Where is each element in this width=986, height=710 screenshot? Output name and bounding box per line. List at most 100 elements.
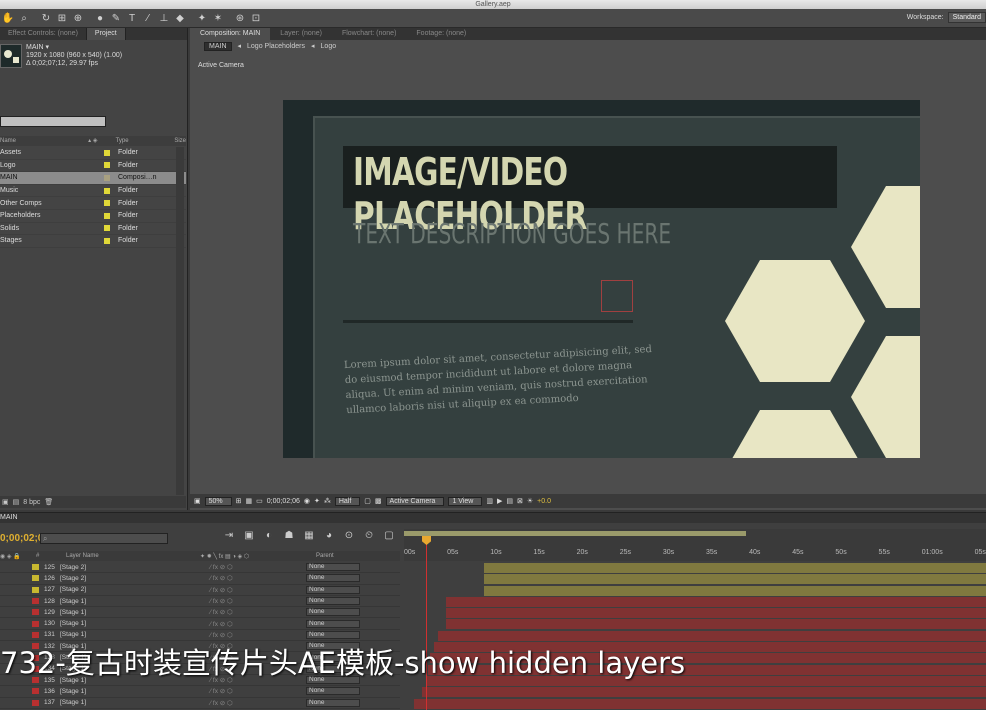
tab-timeline-main[interactable]: MAIN <box>0 513 986 523</box>
layer-duration-bar[interactable] <box>404 573 986 585</box>
layer-bar-fill[interactable] <box>484 563 986 573</box>
timeline-search-input[interactable]: ⌕ <box>40 532 168 544</box>
flowchart-icon[interactable]: ⊠ <box>517 497 523 505</box>
anchor-marker[interactable] <box>601 280 633 312</box>
layer-row[interactable]: 127 [Stage 2] ⁄ fx ⊘ ⬡ None <box>0 585 400 596</box>
label-column-icon[interactable]: ▴ ◈ <box>88 136 115 146</box>
layer-switches-icon[interactable]: ⁄ fx ⊘ ⬡ <box>210 563 306 571</box>
layer-row[interactable]: 136 [Stage 1] ⁄ fx ⊘ ⬡ None <box>0 686 400 698</box>
project-scrollbar[interactable] <box>176 147 184 495</box>
parent-dropdown[interactable]: None <box>306 563 360 572</box>
view-layout-dropdown[interactable]: 1 View <box>448 496 483 506</box>
composition-canvas[interactable]: IMAGE/VIDEO PLACEHOLDER TEXT DESCRIPTION… <box>283 100 920 458</box>
snapshot-icon[interactable]: ◉ <box>304 497 310 505</box>
hide-shy-icon[interactable]: ☗ <box>282 529 296 543</box>
parent-dropdown[interactable]: None <box>306 597 360 606</box>
transparency-grid-icon[interactable]: ▩ <box>375 497 382 505</box>
av-switches-icon[interactable]: ◉ ◈ 🔒 <box>0 553 36 560</box>
layer-duration-bar[interactable] <box>404 607 986 619</box>
layer-switches-icon[interactable]: ⁄ fx ⊘ ⬡ <box>210 574 306 582</box>
always-preview-icon[interactable]: ▣ <box>194 497 201 505</box>
mask-visibility-icon[interactable]: ▭ <box>256 497 263 505</box>
safe-zones-icon[interactable]: ⊞ <box>236 497 242 505</box>
breadcrumb-logo[interactable]: Logo <box>321 43 337 50</box>
auto-keyframe-icon[interactable]: ⏲ <box>362 529 376 543</box>
workspace-dropdown[interactable]: Standard <box>947 12 986 23</box>
layer-name[interactable]: [Stage 1] <box>60 699 210 706</box>
layer-name[interactable]: [Stage 1] <box>60 620 210 627</box>
frame-blending-icon[interactable]: ▦ <box>302 529 316 543</box>
breadcrumb-main[interactable]: MAIN <box>204 41 232 51</box>
workspace-selector[interactable]: Workspace: Standard <box>907 12 986 23</box>
comp-name[interactable]: MAIN ▾ <box>26 44 122 52</box>
graph-editor-icon[interactable]: ▢ <box>382 529 396 543</box>
parent-dropdown[interactable]: None <box>306 630 360 639</box>
time-ruler[interactable]: 00s 05s 10s 15s 20s 25s 30s 35s 40s 45s 50s 55s 01:0… <box>404 529 986 561</box>
layer-duration-bar[interactable] <box>404 618 986 630</box>
project-item[interactable]: Stages Folder <box>0 235 186 248</box>
layer-name[interactable]: [Stage 2] <box>60 575 210 582</box>
layer-name[interactable]: [Stage 1] <box>60 631 210 638</box>
layer-label-color[interactable] <box>32 620 39 627</box>
parent-dropdown[interactable]: None <box>306 585 360 594</box>
fast-preview-icon[interactable]: ▶ <box>497 497 502 505</box>
bpc-button[interactable]: 8 bpc <box>23 499 40 506</box>
layer-duration-bar[interactable] <box>404 562 986 573</box>
layer-switches-icon[interactable]: ✦ ✹ ╲ fx ▤ ◑ ◈ ⬡ <box>200 553 316 560</box>
layer-bar-fill[interactable] <box>446 596 986 607</box>
layer-row[interactable]: 130 [Stage 1] ⁄ fx ⊘ ⬡ None <box>0 618 400 630</box>
layer-label-color[interactable] <box>32 598 39 605</box>
resolution-dropdown[interactable]: Half <box>334 496 361 506</box>
current-time[interactable]: 0;00;02;06 <box>0 533 49 544</box>
toggle-pixel-icon[interactable]: ▥ <box>486 497 493 505</box>
puppet-icon[interactable]: ✶ <box>210 11 226 26</box>
layer-switches-icon[interactable]: ⁄ fx ⊘ ⬡ <box>210 687 306 695</box>
camera-icon[interactable]: ⊞ <box>54 11 70 26</box>
project-item[interactable]: Other Comps Folder <box>0 197 186 210</box>
axis-icon[interactable]: ⊛ <box>232 11 248 26</box>
project-item[interactable]: Assets Folder <box>0 147 186 160</box>
text-icon[interactable]: T <box>124 11 140 26</box>
parent-dropdown[interactable]: None <box>306 574 360 583</box>
exposure-icon[interactable]: ☀ <box>527 497 533 505</box>
brainstorm-icon[interactable]: ⊙ <box>342 529 356 543</box>
column-parent[interactable]: Parent <box>316 553 334 559</box>
layer-duration-bar[interactable] <box>404 596 986 607</box>
tab-effect-controls[interactable]: Effect Controls: (none) <box>0 28 87 40</box>
layer-switches-icon[interactable]: ⁄ fx ⊘ ⬡ <box>210 597 306 605</box>
layer-label-color[interactable] <box>32 631 39 638</box>
layer-label-color[interactable] <box>32 564 39 571</box>
tab-flowchart[interactable]: Flowchart: (none) <box>332 28 406 40</box>
project-item[interactable]: Solids Folder <box>0 223 186 236</box>
layer-duration-bar[interactable] <box>404 686 986 698</box>
parent-dropdown[interactable]: None <box>306 608 360 617</box>
layer-duration-bar[interactable] <box>404 698 986 709</box>
live-update-icon[interactable]: ▣ <box>242 529 256 543</box>
parent-dropdown[interactable]: None <box>306 619 360 628</box>
grid-icon[interactable]: ▦ <box>246 497 253 505</box>
timeline-icon[interactable]: ▤ <box>506 497 513 505</box>
layer-bar-fill[interactable] <box>446 619 986 630</box>
work-area-bar[interactable] <box>404 531 746 536</box>
breadcrumb-logo-placeholders[interactable]: Logo Placeholders <box>247 43 305 50</box>
roto-icon[interactable]: ✦ <box>194 11 210 26</box>
project-item[interactable]: MAIN Composi…n <box>0 172 186 185</box>
snapping-icon[interactable]: ⊡ <box>248 11 264 26</box>
parent-dropdown[interactable]: None <box>306 687 360 696</box>
timecode-field[interactable]: 0;00;02;06 <box>267 498 300 505</box>
layer-name[interactable]: [Stage 1] <box>60 598 210 605</box>
interpret-footage-icon[interactable]: ▣ <box>2 498 9 506</box>
exposure-value[interactable]: +0.0 <box>537 498 551 505</box>
tab-composition[interactable]: Composition: MAIN <box>190 28 271 40</box>
tab-layer[interactable]: Layer: (none) <box>270 28 332 40</box>
layer-duration-bar[interactable] <box>404 585 986 596</box>
parent-dropdown[interactable]: None <box>306 698 360 707</box>
layer-row[interactable]: 126 [Stage 2] ⁄ fx ⊘ ⬡ None <box>0 573 400 585</box>
region-icon[interactable]: ▢ <box>364 497 371 505</box>
layer-label-color[interactable] <box>32 688 39 695</box>
layer-switches-icon[interactable]: ⁄ fx ⊘ ⬡ <box>210 620 306 628</box>
pen-icon[interactable]: ✎ <box>108 11 124 26</box>
column-name[interactable]: Name <box>0 136 88 146</box>
pan-behind-icon[interactable]: ⊕ <box>70 11 86 26</box>
layer-name[interactable]: [Stage 2] <box>60 564 210 571</box>
